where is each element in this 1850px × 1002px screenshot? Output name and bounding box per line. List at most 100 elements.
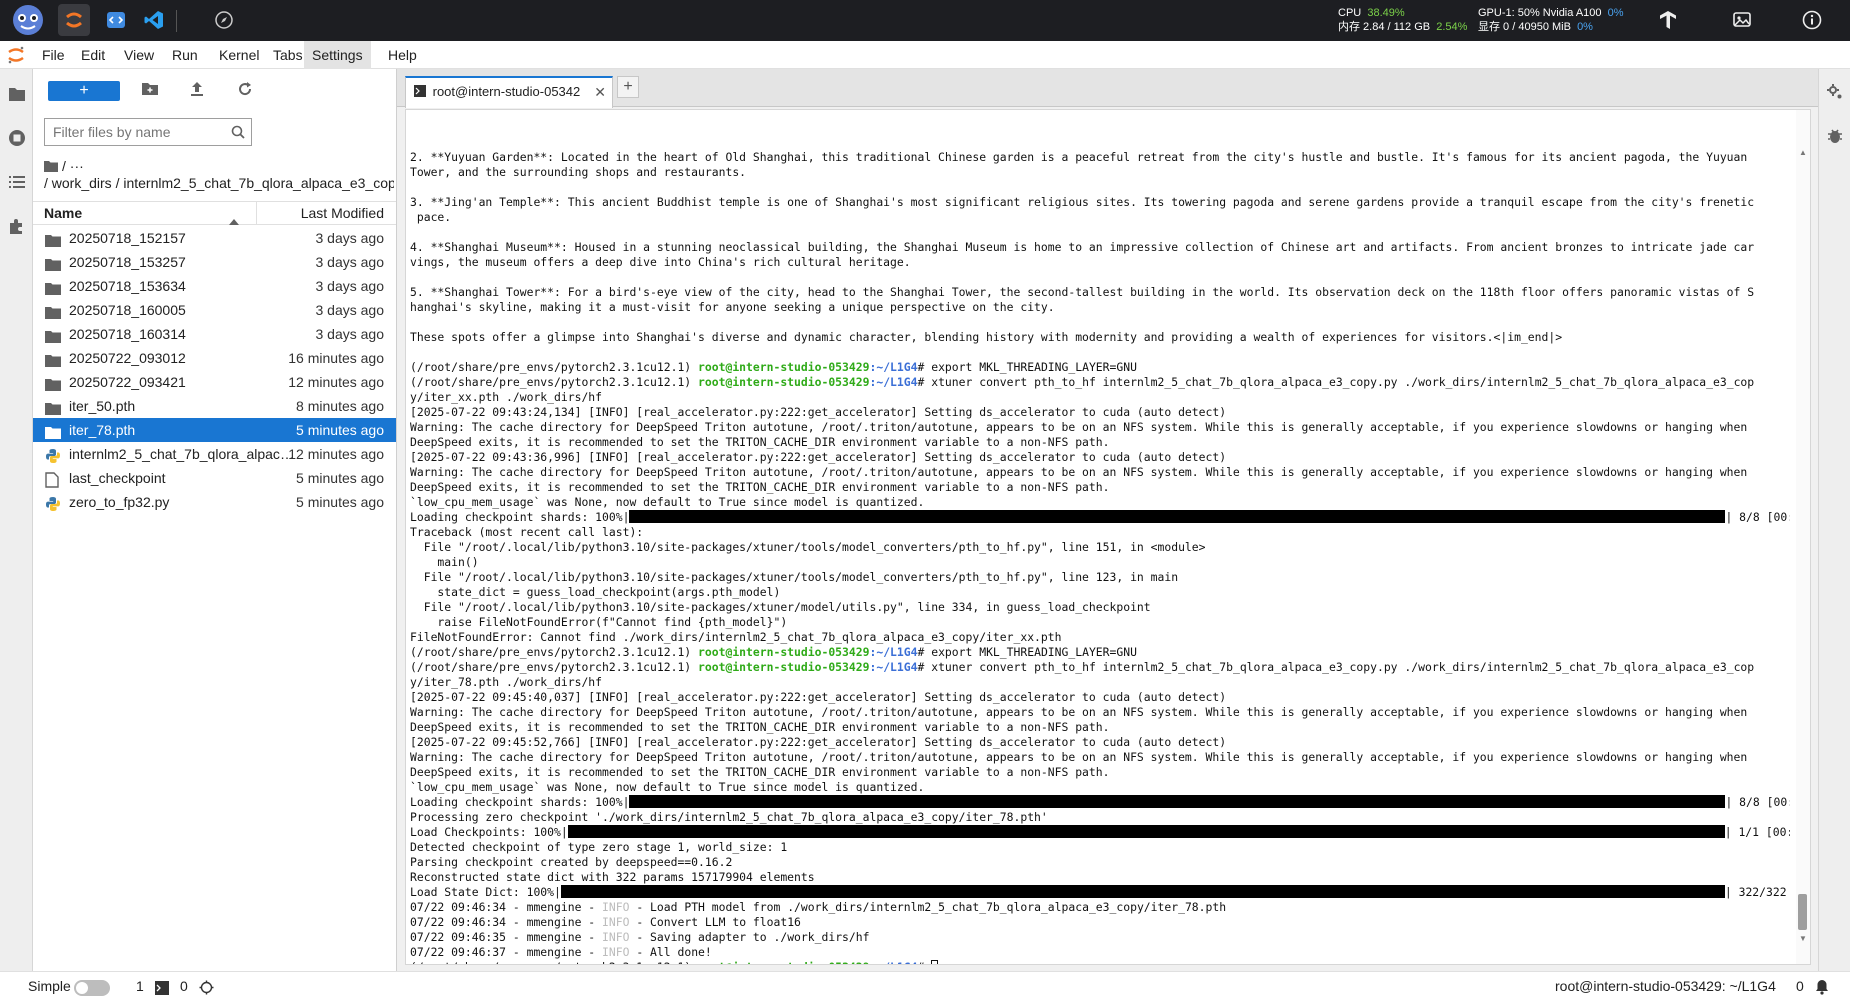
vram-label: 显存 0 / 40950 MiB <box>1478 21 1571 33</box>
table-of-contents-icon[interactable] <box>6 171 28 193</box>
scrollbar-thumb[interactable] <box>1798 894 1807 930</box>
folder-icon <box>45 303 61 319</box>
property-inspector-icon[interactable] <box>1826 83 1844 104</box>
terminal-line: raise FileNotFoundError(f"Cannot find {p… <box>410 615 788 629</box>
menu-item-help[interactable]: Help <box>380 41 425 69</box>
python-file-icon <box>45 447 61 463</box>
extensions-icon[interactable] <box>6 215 28 237</box>
menu-item-file[interactable]: File <box>34 41 73 69</box>
file-row[interactable]: internlm2_5_chat_7b_qlora_alpaca_e3_copy… <box>33 442 396 466</box>
terminal-line: Traceback (most recent call last): <box>410 525 644 539</box>
debugger-icon[interactable] <box>1826 127 1844 148</box>
menu-item-settings[interactable]: Settings <box>304 41 371 69</box>
command-text: # xtuner convert pth_to_hf internlm2_5_c… <box>917 660 1755 674</box>
terminal-line: y/iter_78.pth ./work_dirs/hf <box>410 675 603 689</box>
terminals-count[interactable]: 1 <box>136 978 144 994</box>
menu-bar: File Edit View Run Kernel Tabs Settings Help <box>0 41 1850 69</box>
terminal-view[interactable]: 2. **Yuyuan Garden**: Located in the hea… <box>405 109 1811 965</box>
file-row[interactable]: 20250718_152157 3 days ago <box>33 226 396 250</box>
file-row[interactable]: zero_to_fp32.py 5 minutes ago <box>33 490 396 514</box>
terminal-line: [2025-07-22 09:45:52,766] [INFO] [real_a… <box>410 735 1227 749</box>
jupyter-app-icon[interactable] <box>58 4 90 36</box>
progress-stats: | 1/1 [00:18<00:00, 18.24s/it] <box>1724 825 1790 839</box>
file-row[interactable]: last_checkpoint 5 minutes ago <box>33 466 396 490</box>
file-name: iter_78.pth <box>69 422 136 438</box>
file-modified: 5 minutes ago <box>296 422 384 438</box>
top-bar: CPU 38.49% 内存 2.84 / 112 GB 2.54% GPU-1:… <box>0 0 1850 41</box>
menu-item-edit[interactable]: Edit <box>73 41 113 69</box>
notifications-count[interactable]: 0 <box>1796 978 1804 994</box>
prompt-env: (/root/share/pre_envs/pytorch2.3.1cu12.1… <box>410 645 699 659</box>
kernels-count[interactable]: 0 <box>180 978 188 994</box>
file-name: last_checkpoint <box>69 470 166 486</box>
file-row[interactable]: 20250718_160005 3 days ago <box>33 298 396 322</box>
file-browser-icon[interactable] <box>6 83 28 105</box>
intern-studio-logo[interactable] <box>8 2 48 38</box>
add-tab-button[interactable]: + <box>617 76 639 98</box>
compass-icon[interactable] <box>208 4 240 36</box>
code-editor-app-icon[interactable] <box>100 4 132 36</box>
refresh-icon[interactable] <box>236 80 254 101</box>
prompt-user: root@intern-studio-053429 <box>698 360 870 374</box>
new-folder-icon[interactable] <box>141 80 159 101</box>
terminal-line: (/root/share/pre_envs/pytorch2.3.1cu12.1… <box>410 960 1790 964</box>
folder-icon <box>45 231 61 247</box>
simple-mode-toggle[interactable] <box>74 980 110 996</box>
file-row[interactable]: 20250718_153257 3 days ago <box>33 250 396 274</box>
file-row[interactable]: iter_50.pth 8 minutes ago <box>33 394 396 418</box>
python-file-icon <box>45 495 61 511</box>
running-kernels-icon[interactable] <box>6 127 28 149</box>
file-row[interactable]: 20250718_153634 3 days ago <box>33 274 396 298</box>
scroll-up-icon[interactable]: ▲ <box>1799 148 1807 157</box>
notification-bell-icon[interactable] <box>1814 979 1830 998</box>
file-row[interactable]: 20250722_093421 12 minutes ago <box>33 370 396 394</box>
progress-stats: | 8/8 [00:14<00:00, 1.78s/it] <box>1725 795 1790 809</box>
terminal-line: File "/root/.local/lib/python3.10/site-p… <box>410 600 1151 614</box>
vscode-app-icon[interactable] <box>138 4 170 36</box>
breadcrumb-path[interactable]: / work_dirs / internlm2_5_chat_7b_qlora_… <box>44 175 394 195</box>
info-icon[interactable] <box>1796 4 1828 36</box>
status-bar: Simple 1 0 root@intern-studio-053429: ~/… <box>0 971 1850 1002</box>
file-name: 20250718_160005 <box>69 302 186 318</box>
terminal-line: 2. **Yuyuan Garden**: Located in the hea… <box>410 150 1748 164</box>
command-text: # xtuner convert pth_to_hf internlm2_5_c… <box>917 375 1755 389</box>
file-modified: 12 minutes ago <box>288 446 384 462</box>
scroll-down-icon[interactable]: ▼ <box>1799 934 1807 943</box>
command-text: # export MKL_THREADING_LAYER=GNU <box>917 645 1137 659</box>
folder-icon <box>45 255 61 271</box>
menu-item-run[interactable]: Run <box>164 41 206 69</box>
right-sidebar <box>1818 69 1850 971</box>
file-row[interactable]: 20250718_160314 3 days ago <box>33 322 396 346</box>
filter-files-input[interactable] <box>45 119 225 145</box>
terminal-cursor <box>931 960 939 964</box>
file-row[interactable]: iter_78.pth 5 minutes ago <box>33 418 396 442</box>
terminal-output: 2. **Yuyuan Garden**: Located in the hea… <box>410 150 1790 964</box>
file-modified: 5 minutes ago <box>296 470 384 486</box>
terminal-line: 4. **Shanghai Museum**: Housed in a stun… <box>410 240 1755 254</box>
terminal-line: (/root/share/pre_envs/pytorch2.3.1cu12.1… <box>410 645 1790 660</box>
column-name-header[interactable]: Name <box>44 202 82 224</box>
close-tab-icon[interactable]: ✕ <box>594 78 606 106</box>
file-name: 20250718_152157 <box>69 230 186 246</box>
terminal-line: Warning: The cache directory for DeepSpe… <box>410 750 1748 764</box>
new-launcher-button[interactable]: + <box>48 81 120 101</box>
file-name: internlm2_5_chat_7b_qlora_alpaca_e3_copy… <box>69 446 294 462</box>
terminal-scrollbar[interactable]: ▲ ▼ <box>1796 110 1810 964</box>
terminal-tab[interactable]: root@intern-studio-05342 ✕ <box>405 76 613 108</box>
file-row[interactable]: 20250722_093012 16 minutes ago <box>33 346 396 370</box>
menu-item-view[interactable]: View <box>116 41 162 69</box>
breadcrumb-root[interactable]: / ··· <box>44 157 84 175</box>
menu-item-kernel[interactable]: Kernel <box>211 41 267 69</box>
image-gallery-icon[interactable] <box>1726 4 1758 36</box>
folder-icon <box>45 423 61 439</box>
tensorflow-icon[interactable] <box>1652 4 1684 36</box>
terminal-line: 07/22 09:46:35 - mmengine - INFO - Savin… <box>410 930 1790 945</box>
upload-icon[interactable] <box>188 80 206 101</box>
terminal-line: Processing zero checkpoint './work_dirs/… <box>410 810 1048 824</box>
log-prefix: 07/22 09:46:34 - mmengine - <box>410 915 603 929</box>
file-modified: 5 minutes ago <box>296 494 384 510</box>
column-modified-header[interactable]: Last Modified <box>301 202 384 224</box>
folder-icon <box>44 161 58 172</box>
file-icon <box>45 471 61 488</box>
terminal-line: Warning: The cache directory for DeepSpe… <box>410 420 1748 434</box>
